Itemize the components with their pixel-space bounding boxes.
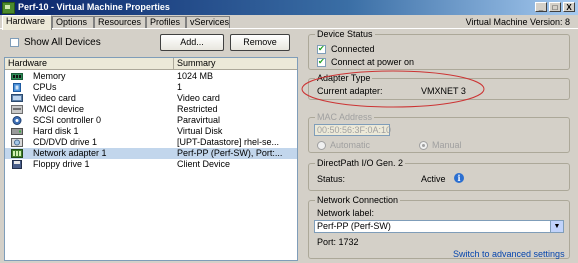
row-summary: Client Device xyxy=(177,159,231,169)
mac-address-title: MAC Address xyxy=(315,112,375,122)
network-connection-title: Network Connection xyxy=(315,195,401,205)
row-summary: Perf-PP (Perf-SW), Port:... xyxy=(177,148,283,158)
row-name: Memory xyxy=(33,71,66,81)
directpath-group: DirectPath I/O Gen. 2 Status: Active i xyxy=(308,158,570,191)
row-name: CD/DVD drive 1 xyxy=(33,137,98,147)
vmci-icon xyxy=(11,105,23,114)
automatic-label: Automatic xyxy=(330,140,371,150)
table-row[interactable]: CPUs 1 xyxy=(5,82,297,93)
row-name: Video card xyxy=(33,93,76,103)
close-button[interactable]: X xyxy=(563,2,575,12)
window-title: Perf-10 - Virtual Machine Properties xyxy=(18,2,170,12)
row-summary: Paravirtual xyxy=(177,115,221,125)
directpath-status-value: Active xyxy=(421,174,446,184)
network-label-label: Network label: xyxy=(317,208,375,218)
device-status-title: Device Status xyxy=(315,29,375,39)
row-summary: Virtual Disk xyxy=(177,126,223,136)
video-card-icon xyxy=(11,94,23,103)
row-name: SCSI controller 0 xyxy=(33,115,102,125)
cd-dvd-icon xyxy=(11,138,23,147)
maximize-button[interactable]: □ xyxy=(549,2,561,12)
hard-disk-icon xyxy=(11,127,23,136)
table-row[interactable]: Floppy drive 1 Client Device xyxy=(5,159,297,170)
memory-icon xyxy=(11,72,23,81)
annotation-ellipse xyxy=(301,70,485,108)
show-all-devices-label: Show All Devices xyxy=(24,37,101,48)
network-label-value: Perf-PP (Perf-SW) xyxy=(317,221,391,231)
table-row[interactable]: Hard disk 1 Virtual Disk xyxy=(5,126,297,137)
row-summary: [UPT-Datastore] rhel-se... xyxy=(177,137,280,147)
connect-at-power-on-checkbox[interactable] xyxy=(317,57,326,67)
row-summary: Restricted xyxy=(177,104,218,114)
network-label-select[interactable]: Perf-PP (Perf-SW) ▼ xyxy=(314,220,564,233)
table-row[interactable]: Memory 1024 MB xyxy=(5,71,297,82)
vm-app-icon xyxy=(2,2,15,14)
hardware-list[interactable]: Hardware Summary Memory 1024 MB CPUs 1 V… xyxy=(4,57,298,261)
table-row[interactable]: VMCI device Restricted xyxy=(5,104,297,115)
table-row[interactable]: CD/DVD drive 1 [UPT-Datastore] rhel-se..… xyxy=(5,137,297,148)
chevron-down-icon[interactable]: ▼ xyxy=(550,221,563,232)
device-status-group: Device Status Connected Connect at power… xyxy=(308,29,570,70)
show-all-devices-checkbox[interactable] xyxy=(10,38,19,47)
row-name: Hard disk 1 xyxy=(33,126,79,136)
hardware-tab-content: Show All Devices Add... Remove Hardware … xyxy=(0,28,578,263)
mac-address-group: MAC Address 00:50:56:3F:0A:10 Automatic … xyxy=(308,112,570,153)
cpu-icon xyxy=(11,83,23,92)
row-name: Floppy drive 1 xyxy=(33,159,90,169)
title-bar[interactable]: Perf-10 - Virtual Machine Properties _ □… xyxy=(0,0,578,15)
floppy-icon xyxy=(11,160,23,169)
header-summary[interactable]: Summary xyxy=(173,58,216,69)
switch-advanced-link[interactable]: Switch to advanced settings xyxy=(453,249,565,259)
directpath-status-label: Status: xyxy=(317,174,346,184)
row-name: VMCI device xyxy=(33,104,85,114)
automatic-radio[interactable] xyxy=(317,141,326,150)
info-icon[interactable]: i xyxy=(454,173,464,183)
mac-address-field[interactable]: 00:50:56:3F:0A:10 xyxy=(314,124,391,136)
table-row[interactable]: Video card Video card xyxy=(5,93,297,104)
row-summary: 1 xyxy=(177,82,183,92)
add-device-button[interactable]: Add... xyxy=(160,34,224,51)
network-adapter-icon xyxy=(11,149,23,158)
connected-label: Connected xyxy=(331,44,375,54)
hardware-list-header: Hardware Summary xyxy=(5,58,297,70)
manual-label: Manual xyxy=(432,140,462,150)
directpath-title: DirectPath I/O Gen. 2 xyxy=(315,158,406,168)
connect-at-power-on-label: Connect at power on xyxy=(331,57,415,67)
header-hardware[interactable]: Hardware xyxy=(5,58,47,69)
tab-hardware[interactable]: Hardware xyxy=(2,15,52,30)
row-name: CPUs xyxy=(33,82,57,92)
table-row[interactable]: Network adapter 1 Perf-PP (Perf-SW), Por… xyxy=(5,148,297,159)
remove-device-button[interactable]: Remove xyxy=(230,34,290,51)
tab-strip: Hardware Options Resources Profiles vSer… xyxy=(0,15,578,30)
minimize-button[interactable]: _ xyxy=(535,2,547,12)
table-row[interactable]: SCSI controller 0 Paravirtual xyxy=(5,115,297,126)
port-label: Port: 1732 xyxy=(317,237,359,247)
vm-version-label: Virtual Machine Version: 8 xyxy=(465,17,570,27)
row-name: Network adapter 1 xyxy=(33,148,107,158)
connected-checkbox[interactable] xyxy=(317,44,326,54)
manual-radio[interactable] xyxy=(419,141,428,150)
scsi-icon xyxy=(11,116,23,125)
row-summary: 1024 MB xyxy=(177,71,214,81)
row-summary: Video card xyxy=(177,93,220,103)
network-connection-group: Network Connection Network label: Perf-P… xyxy=(308,195,570,259)
